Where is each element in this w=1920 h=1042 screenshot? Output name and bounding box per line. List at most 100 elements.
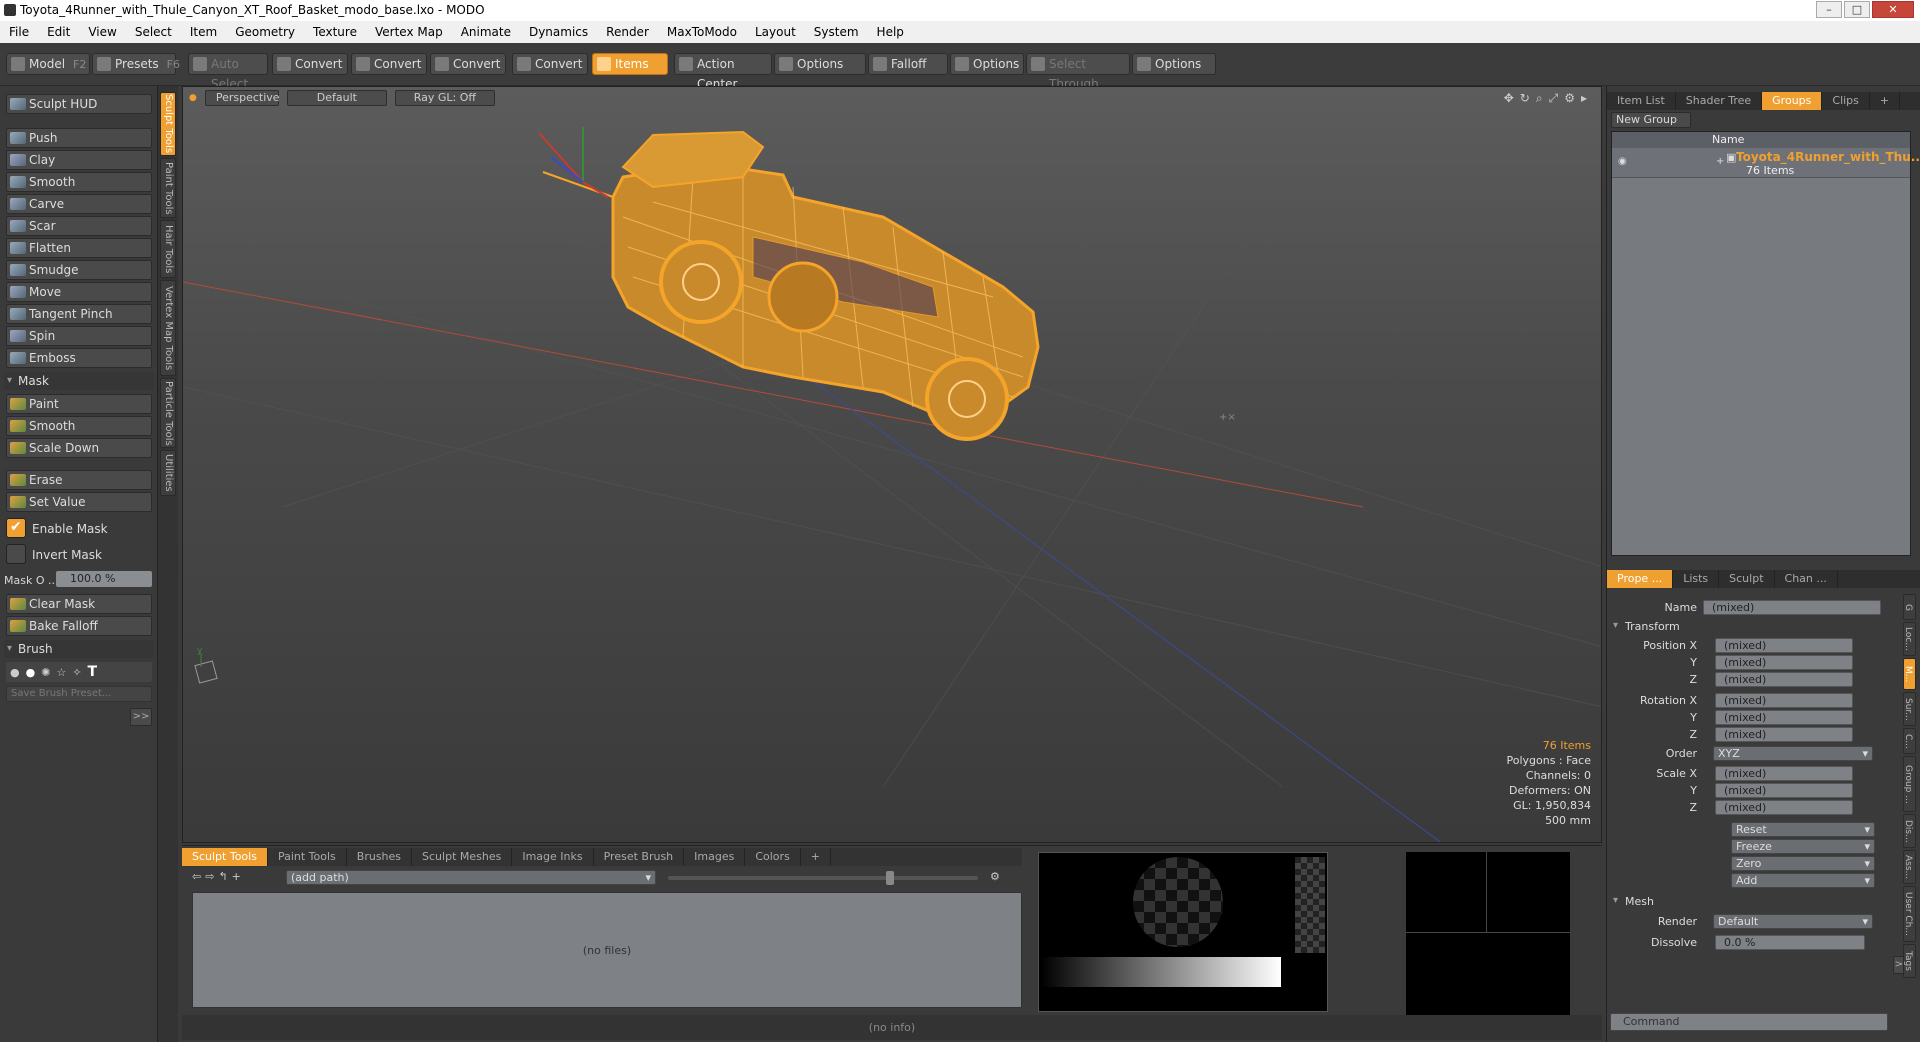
add-tab-icon[interactable]: + xyxy=(1870,92,1901,110)
sculpt-hud-button[interactable]: Sculpt HUD xyxy=(6,94,152,114)
select-through-button[interactable]: Select Through xyxy=(1026,53,1130,91)
settings-icon[interactable]: ⚙ xyxy=(990,870,1000,883)
tool-move[interactable]: Move xyxy=(6,282,152,302)
set-value-button[interactable]: Set Value xyxy=(6,492,152,512)
action-center-options-button[interactable]: Options xyxy=(774,53,866,75)
tab-paint-tools-bottom[interactable]: Paint Tools xyxy=(268,848,347,866)
side-tab-assembly[interactable]: Ass... xyxy=(1903,850,1916,884)
bake-falloff-button[interactable]: Bake Falloff xyxy=(6,616,152,636)
slider-handle[interactable] xyxy=(886,871,894,885)
back-arrow-icon[interactable]: ⇦ xyxy=(192,870,201,883)
position-x-field[interactable]: (mixed) xyxy=(1715,638,1853,653)
menu-system[interactable]: System xyxy=(805,25,868,39)
tab-image-inks[interactable]: Image Inks xyxy=(512,848,594,866)
rotation-z-field[interactable]: (mixed) xyxy=(1715,727,1853,742)
tab-groups[interactable]: Groups xyxy=(1762,92,1823,110)
add-dropdown[interactable]: Add xyxy=(1731,873,1875,888)
clear-mask-button[interactable]: Clear Mask xyxy=(6,594,152,614)
tab-colors[interactable]: Colors xyxy=(745,848,801,866)
mask-paint-button[interactable]: Paint xyxy=(6,394,152,414)
name-field[interactable]: (mixed) xyxy=(1703,600,1881,615)
tab-particle-tools[interactable]: Particle Tools xyxy=(160,378,176,448)
forward-arrow-icon[interactable]: ⇨ xyxy=(205,870,214,883)
tab-images[interactable]: Images xyxy=(684,848,746,866)
side-tab-user-channels[interactable]: User Ch... xyxy=(1903,886,1916,942)
menu-item[interactable]: Item xyxy=(181,25,226,39)
parent-folder-icon[interactable]: ↰ xyxy=(218,870,227,883)
erase-button[interactable]: Erase xyxy=(6,470,152,490)
side-tab-mesh[interactable]: M... xyxy=(1903,658,1916,690)
command-input[interactable]: Command xyxy=(1610,1013,1888,1031)
path-dropdown[interactable]: (add path) xyxy=(286,870,656,885)
side-tab-display[interactable]: Dis... xyxy=(1903,814,1916,848)
scale-z-field[interactable]: (mixed) xyxy=(1715,800,1853,815)
tool-tangent-pinch[interactable]: Tangent Pinch xyxy=(6,304,152,324)
mask-section-header[interactable]: Mask xyxy=(4,372,154,390)
convert-polygons-button[interactable]: Convert xyxy=(430,53,506,75)
dissolve-field[interactable]: 0.0 % xyxy=(1715,935,1865,950)
tool-scar[interactable]: Scar xyxy=(6,216,152,236)
tab-sculpt-meshes[interactable]: Sculpt Meshes xyxy=(412,848,513,866)
item-gizmo[interactable] xyxy=(538,127,609,198)
convert-vertices-button[interactable]: Convert xyxy=(272,53,348,75)
soft-brush-icon[interactable]: ● xyxy=(10,666,20,679)
tab-shader-tree[interactable]: Shader Tree xyxy=(1676,92,1763,110)
menu-layout[interactable]: Layout xyxy=(746,25,805,39)
rotation-order-dropdown[interactable]: XYZ xyxy=(1713,746,1873,761)
render-dropdown[interactable]: Default xyxy=(1713,914,1873,929)
splat-brush-icon[interactable]: ✺ xyxy=(41,666,50,679)
menu-view[interactable]: View xyxy=(79,25,125,39)
file-browser[interactable]: (no files) xyxy=(192,892,1022,1008)
tab-brushes[interactable]: Brushes xyxy=(347,848,413,866)
thumbnail-size-slider[interactable] xyxy=(668,871,978,885)
tab-sculpt[interactable]: Sculpt xyxy=(1719,570,1775,588)
enable-mask-checkbox[interactable] xyxy=(6,518,26,538)
tab-clips[interactable]: Clips xyxy=(1822,92,1870,110)
expand-icon[interactable]: + xyxy=(1716,156,1724,167)
tool-smooth[interactable]: Smooth xyxy=(6,172,152,192)
tab-item-list[interactable]: Item List xyxy=(1607,92,1676,110)
tab-lists[interactable]: Lists xyxy=(1673,570,1720,588)
model-button[interactable]: Model F2 xyxy=(6,53,90,75)
convert-materials-button[interactable]: Convert xyxy=(512,53,588,75)
side-tab-group[interactable]: Group ... xyxy=(1903,756,1916,812)
tool-carve[interactable]: Carve xyxy=(6,194,152,214)
scale-y-field[interactable]: (mixed) xyxy=(1715,783,1853,798)
hard-brush-icon[interactable]: ● xyxy=(26,666,36,679)
tab-hair-tools[interactable]: Hair Tools xyxy=(160,220,176,278)
menu-help[interactable]: Help xyxy=(868,25,913,39)
presets-button[interactable]: Presets F6 xyxy=(92,53,180,75)
save-brush-preset-button[interactable]: Save Brush Preset... xyxy=(6,686,152,702)
menu-texture[interactable]: Texture xyxy=(304,25,366,39)
menu-dynamics[interactable]: Dynamics xyxy=(520,25,597,39)
tool-flatten[interactable]: Flatten xyxy=(6,238,152,258)
close-button[interactable]: ✕ xyxy=(1872,1,1914,18)
zero-dropdown[interactable]: Zero xyxy=(1731,856,1875,871)
tab-sculpt-tools-bottom[interactable]: Sculpt Tools xyxy=(182,848,268,866)
menu-animate[interactable]: Animate xyxy=(452,25,520,39)
reset-dropdown[interactable]: Reset xyxy=(1731,822,1875,837)
star-brush-icon[interactable]: ☆ xyxy=(56,666,66,679)
tool-push[interactable]: Push xyxy=(6,128,152,148)
scale-x-field[interactable]: (mixed) xyxy=(1715,766,1853,781)
new-group-button[interactable]: New Group xyxy=(1611,112,1691,128)
menu-render[interactable]: Render xyxy=(597,25,658,39)
freeze-dropdown[interactable]: Freeze xyxy=(1731,839,1875,854)
tab-channels[interactable]: Chan ... xyxy=(1775,570,1838,588)
side-tab-g[interactable]: G xyxy=(1903,594,1916,620)
side-tab-c[interactable]: C... xyxy=(1903,728,1916,754)
group-row[interactable]: ◉ + ▣ Toyota_4Runner_with_Thu... 76 Item… xyxy=(1612,148,1920,178)
convert-edges-button[interactable]: Convert xyxy=(351,53,427,75)
text-brush-icon[interactable]: T xyxy=(88,664,98,680)
procedural-brush-icon[interactable]: ✧ xyxy=(72,666,81,679)
add-tab-icon[interactable]: + xyxy=(801,848,832,866)
tab-sculpt-tools[interactable]: Sculpt Tools xyxy=(160,92,176,156)
action-center-button[interactable]: Action Center xyxy=(674,53,772,91)
tab-properties[interactable]: Prope ... xyxy=(1607,570,1674,588)
maximize-button[interactable]: □ xyxy=(1844,1,1870,18)
minimize-button[interactable]: – xyxy=(1816,1,1842,18)
mask-scale-down-button[interactable]: Scale Down xyxy=(6,438,152,458)
vehicle-wireframe[interactable] xyxy=(542,130,1040,441)
position-y-field[interactable]: (mixed) xyxy=(1715,655,1853,670)
menu-maxtomodo[interactable]: MaxToModo xyxy=(658,25,746,39)
